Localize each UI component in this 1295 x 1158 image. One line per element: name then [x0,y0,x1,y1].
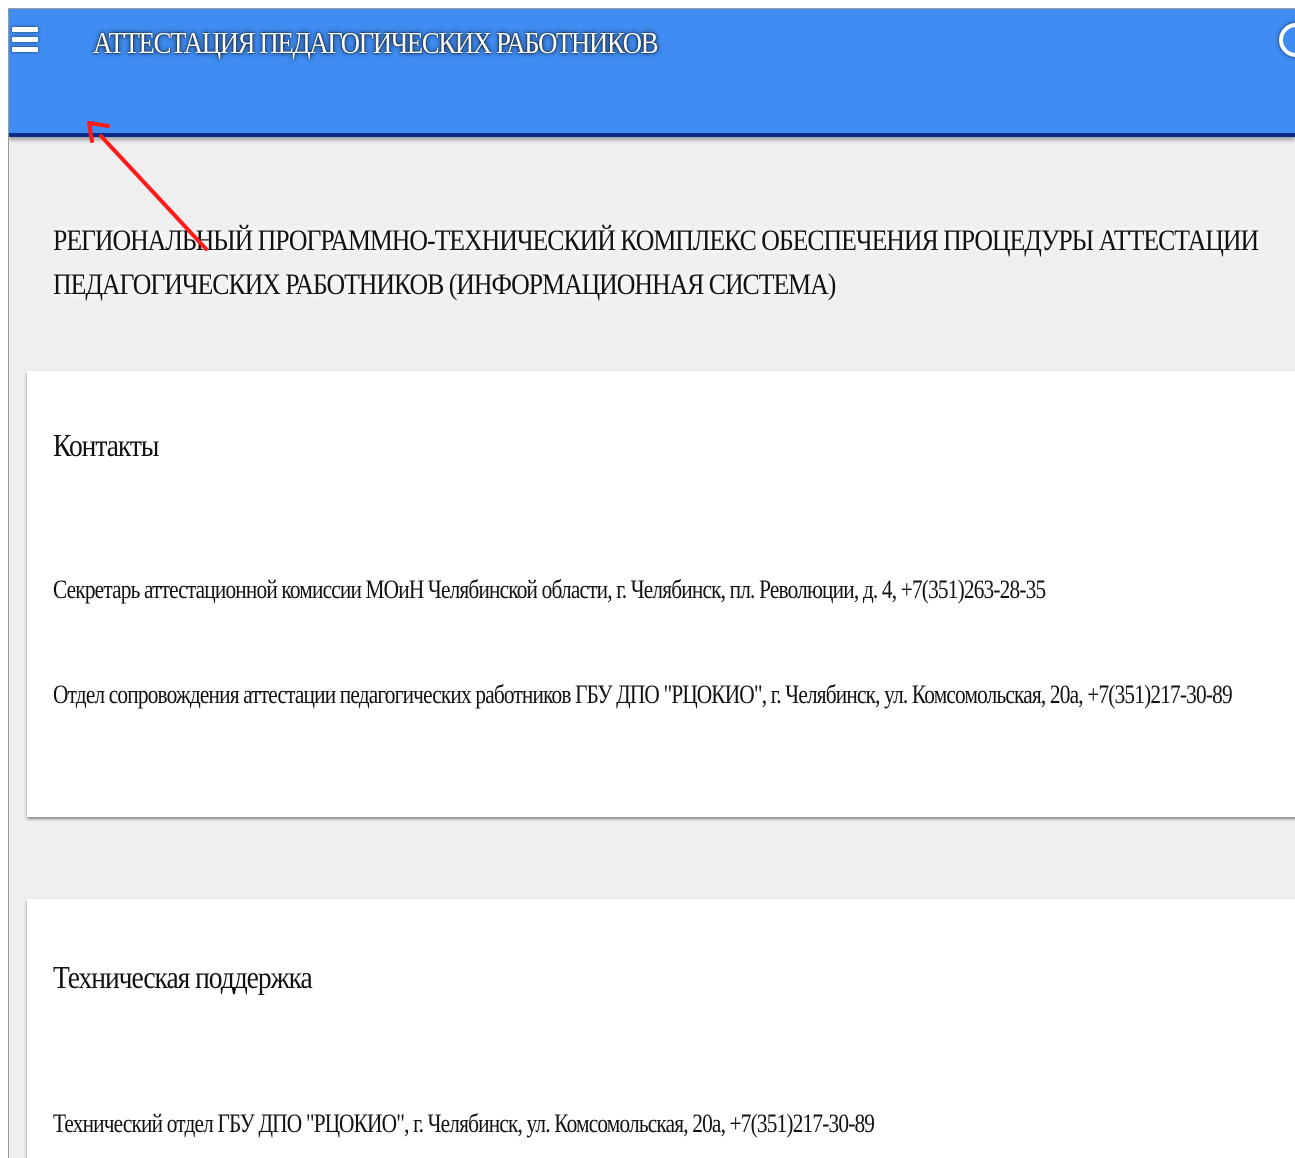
contact-line-secretary: Секретарь аттестационной комиссии МОиН Ч… [53,575,1046,604]
contacts-card: Контакты Секретарь аттестационной комисс… [27,371,1295,817]
page-heading-line-1: РЕГИОНАЛЬНЫЙ ПРОГРАММНО-ТЕХНИЧЕСКИЙ КОМП… [53,224,1259,257]
top-app-bar: АТТЕСТАЦИЯ ПЕДАГОГИЧЕСКИХ РАБОТНИКОВ [9,9,1295,137]
contact-line-support-department: Отдел сопровождения аттестации педагогич… [53,680,1233,709]
app-title: АТТЕСТАЦИЯ ПЕДАГОГИЧЕСКИХ РАБОТНИКОВ [93,25,659,60]
support-title: Техническая поддержка [53,959,313,995]
circle-icon[interactable] [1279,23,1295,57]
page-heading-line-2: ПЕДАГОГИЧЕСКИХ РАБОТНИКОВ (ИНФОРМАЦИОННА… [53,268,836,301]
page-heading: РЕГИОНАЛЬНЫЙ ПРОГРАММНО-ТЕХНИЧЕСКИЙ КОМП… [53,219,1259,307]
app-window: АТТЕСТАЦИЯ ПЕДАГОГИЧЕСКИХ РАБОТНИКОВ РЕГ… [8,8,1295,1158]
contacts-title: Контакты [53,427,159,463]
hamburger-menu-icon[interactable] [12,27,42,63]
support-card: Техническая поддержка Технический отдел … [27,899,1295,1158]
support-line-technical-department: Технический отдел ГБУ ДПО "РЦОКИО", г. Ч… [53,1109,875,1138]
